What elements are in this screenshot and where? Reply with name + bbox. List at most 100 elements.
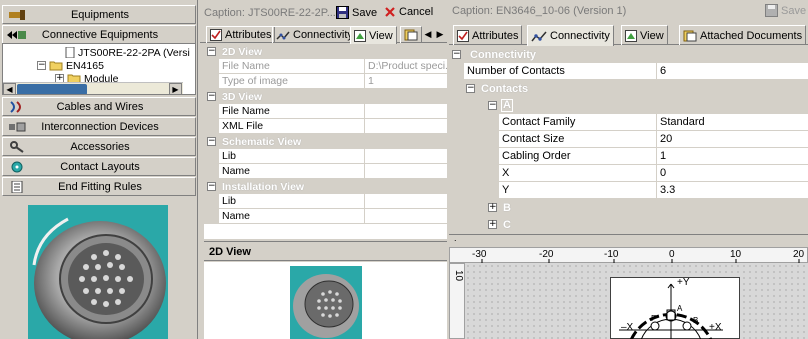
category-installation-view[interactable]: − Installation View bbox=[204, 179, 447, 194]
property-name: Type of image bbox=[219, 74, 365, 89]
connectivity-property-grid: − Connectivity Number of Contacts 6 − Co… bbox=[449, 46, 808, 234]
collapse-icon[interactable]: − bbox=[466, 84, 475, 93]
property-row[interactable]: X 0 bbox=[449, 165, 808, 182]
property-row[interactable]: Number of Contacts 6 bbox=[449, 63, 808, 80]
category-contact-a[interactable]: − A bbox=[449, 97, 808, 114]
view-property-grid: − 2D View File Name D:\Product speci... … bbox=[204, 44, 447, 239]
tab-scroll-left-icon[interactable]: ◀ bbox=[423, 27, 433, 41]
tab-scroll-right-icon[interactable]: ▶ bbox=[435, 27, 445, 41]
tab-view[interactable]: View bbox=[350, 26, 397, 44]
collapse-icon[interactable]: − bbox=[207, 137, 216, 146]
equipment-tree[interactable]: JTS00RE-22-2PA (Versi − EN4165 + Module … bbox=[2, 43, 196, 95]
property-value[interactable] bbox=[365, 194, 447, 209]
tab-connectivity[interactable]: Connectivity bbox=[527, 25, 614, 46]
layout-drawing-canvas[interactable]: +Y –X +X F A B bbox=[465, 263, 808, 339]
cancel-button[interactable]: Cancel bbox=[384, 6, 433, 18]
category-contact-b[interactable]: + B bbox=[449, 199, 808, 216]
property-value[interactable]: 1 bbox=[365, 74, 447, 89]
property-value[interactable]: 1 bbox=[657, 148, 808, 165]
category-2d-view[interactable]: − 2D View bbox=[204, 44, 447, 59]
tab-connectivity-label: Connectivity bbox=[293, 29, 353, 41]
nav-connective-equipments[interactable]: Connective Equipments bbox=[2, 25, 196, 44]
contact-layout-drawing: +Y –X +X F A B bbox=[610, 277, 740, 339]
horizontal-scrollbar[interactable]: ◀ ▶ bbox=[3, 82, 183, 94]
save-button-label: Save bbox=[352, 6, 378, 19]
tree-item[interactable]: JTS00RE-22-2PA (Versi bbox=[65, 46, 190, 59]
property-row[interactable]: File Name D:\Product speci... bbox=[204, 59, 447, 74]
category-label: B bbox=[503, 201, 511, 214]
save-button[interactable]: Save bbox=[336, 6, 377, 19]
category-schematic-view[interactable]: − Schematic View bbox=[204, 134, 447, 149]
ruler-tick-label: 20 bbox=[793, 249, 805, 260]
view-icon bbox=[625, 29, 637, 42]
scroll-left-icon[interactable]: ◀ bbox=[3, 83, 16, 94]
property-value[interactable]: 6 bbox=[657, 63, 808, 80]
property-value[interactable] bbox=[365, 149, 447, 164]
collapse-icon[interactable]: − bbox=[207, 47, 216, 56]
property-value[interactable]: Standard bbox=[657, 114, 808, 131]
tab-attributes[interactable]: Attributes bbox=[453, 25, 523, 45]
property-row[interactable]: Y 3.3 bbox=[449, 182, 808, 199]
property-row[interactable]: Contact Size 20 bbox=[449, 131, 808, 148]
save-icon bbox=[765, 4, 778, 17]
cable-icon bbox=[7, 100, 27, 114]
property-row[interactable]: Cabling Order 1 bbox=[449, 148, 808, 165]
tab-attached-documents[interactable]: Attached Documents bbox=[679, 25, 807, 45]
nav-interconnection-devices[interactable]: Interconnection Devices bbox=[2, 117, 196, 136]
expand-icon[interactable]: + bbox=[488, 203, 497, 212]
category-contact-c[interactable]: + C bbox=[449, 216, 808, 233]
horizontal-ruler: -30 -20 -10 0 10 20 bbox=[449, 247, 808, 264]
property-row[interactable]: Name bbox=[204, 209, 447, 224]
property-row[interactable]: Type of image 1 bbox=[204, 74, 447, 89]
scroll-right-icon[interactable]: ▶ bbox=[169, 83, 182, 94]
collapse-icon[interactable]: − bbox=[452, 50, 461, 59]
equipment-icon bbox=[7, 8, 27, 22]
category-contacts[interactable]: − Contacts bbox=[449, 80, 808, 97]
property-name: Y bbox=[499, 182, 657, 199]
middle-properties-panel: Caption: JTS00RE-22-2P... Save Cancel At… bbox=[200, 0, 447, 339]
property-row[interactable]: Name bbox=[204, 164, 447, 179]
tree-item-label: EN4165 bbox=[66, 59, 104, 72]
property-value[interactable]: D:\Product speci... bbox=[365, 59, 447, 74]
property-name: Lib bbox=[219, 194, 365, 209]
property-row[interactable]: Lib bbox=[204, 149, 447, 164]
category-3d-view[interactable]: − 3D View bbox=[204, 89, 447, 104]
expand-icon[interactable]: + bbox=[488, 220, 497, 229]
scrollbar-thumb[interactable] bbox=[17, 84, 87, 94]
property-row[interactable]: File Name bbox=[204, 104, 447, 119]
collapse-icon[interactable]: − bbox=[488, 101, 497, 110]
collapse-icon[interactable]: − bbox=[207, 182, 216, 191]
nav-cables-and-wires[interactable]: Cables and Wires bbox=[2, 97, 196, 116]
splitter[interactable]: . bbox=[449, 233, 808, 246]
attached-documents-icon bbox=[404, 29, 418, 41]
category-label: 2D View bbox=[222, 45, 263, 58]
property-value[interactable] bbox=[365, 164, 447, 179]
save-button-disabled[interactable]: Save bbox=[765, 4, 806, 17]
property-value[interactable] bbox=[365, 104, 447, 119]
property-row[interactable]: XML File bbox=[204, 119, 447, 134]
property-value[interactable]: 3.3 bbox=[657, 182, 808, 199]
collapse-icon[interactable]: − bbox=[207, 92, 216, 101]
property-name: X bbox=[499, 165, 657, 182]
nav-end-fitting-rules[interactable]: End Fitting Rules bbox=[2, 177, 196, 196]
save-icon bbox=[336, 6, 349, 19]
tab-connectivity[interactable]: Connectivity bbox=[272, 26, 357, 43]
preview-title: 2D View bbox=[204, 241, 447, 261]
property-row[interactable]: Lib bbox=[204, 194, 447, 209]
category-connectivity[interactable]: − Connectivity bbox=[449, 46, 808, 63]
nav-equipments[interactable]: Equipments bbox=[2, 5, 196, 24]
nav-contact-layouts[interactable]: Contact Layouts bbox=[2, 157, 196, 176]
tab-view[interactable]: View bbox=[621, 25, 668, 45]
property-value[interactable]: 20 bbox=[657, 131, 808, 148]
property-value[interactable]: 0 bbox=[657, 165, 808, 182]
property-name: Name bbox=[219, 209, 365, 224]
tab-attached-documents[interactable] bbox=[400, 26, 422, 43]
property-value[interactable] bbox=[365, 119, 447, 134]
tab-connectivity-label: Connectivity bbox=[550, 30, 610, 42]
property-row[interactable]: Contact Family Standard bbox=[449, 114, 808, 131]
property-value[interactable] bbox=[365, 209, 447, 224]
tab-attributes[interactable]: Attributes bbox=[206, 26, 276, 43]
tree-item[interactable]: − EN4165 bbox=[37, 59, 104, 72]
nav-accessories[interactable]: Accessories bbox=[2, 137, 196, 156]
collapse-icon[interactable]: − bbox=[37, 61, 46, 70]
